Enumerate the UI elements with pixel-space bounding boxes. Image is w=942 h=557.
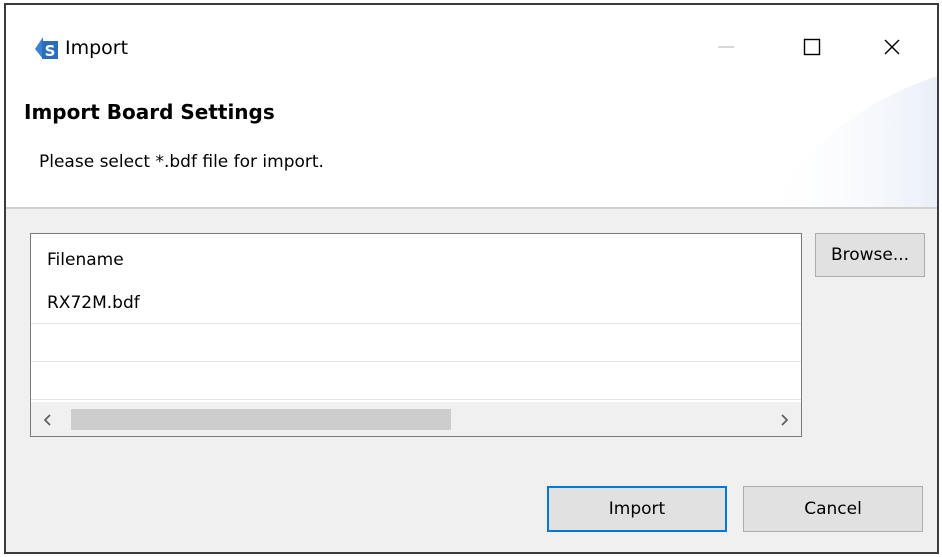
banner-title: Import Board Settings — [24, 100, 275, 124]
list-item[interactable]: RX72M.bdf — [31, 286, 801, 324]
title-bar: S Import — [6, 5, 937, 85]
list-item[interactable] — [31, 324, 801, 362]
scrollbar-thumb[interactable] — [71, 409, 451, 430]
close-icon — [884, 39, 900, 55]
list-item[interactable] — [31, 362, 801, 400]
maximize-icon — [803, 38, 821, 56]
cancel-button[interactable]: Cancel — [743, 486, 923, 532]
filename-column-header: Filename — [47, 250, 124, 270]
minimize-icon — [718, 46, 734, 48]
chevron-left-icon — [43, 413, 51, 426]
scroll-left-button[interactable] — [31, 403, 65, 436]
banner-description: Please select *.bdf file for import. — [39, 152, 324, 172]
scroll-right-button[interactable] — [767, 403, 801, 436]
maximize-button[interactable] — [790, 27, 834, 67]
dialog-header: S Import Import Board Settings Please se… — [6, 5, 937, 207]
minimize-button[interactable] — [704, 27, 748, 67]
list-item-filename: RX72M.bdf — [47, 293, 140, 313]
browse-button[interactable]: Browse... — [815, 233, 925, 277]
e2-studio-icon: S — [35, 37, 58, 60]
header-separator — [6, 207, 937, 209]
svg-text:S: S — [45, 42, 56, 60]
file-list[interactable]: Filename RX72M.bdf — [30, 233, 802, 437]
import-dialog: S Import Import Board Settings Please se… — [4, 3, 939, 554]
chevron-right-icon — [781, 413, 789, 426]
horizontal-scrollbar[interactable] — [31, 402, 801, 436]
close-button[interactable] — [870, 27, 914, 67]
window-title: Import — [65, 37, 129, 59]
import-button[interactable]: Import — [547, 486, 727, 532]
